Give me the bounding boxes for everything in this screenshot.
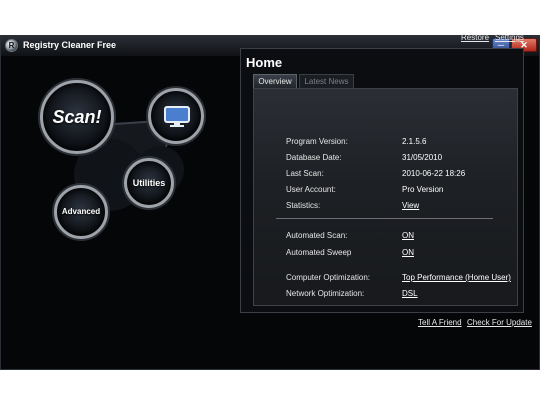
automated-scan-toggle[interactable]: ON — [402, 231, 414, 240]
section-divider — [276, 218, 493, 219]
scan-label: Scan! — [52, 107, 102, 127]
computer-optimization-link[interactable]: Top Performance (Home User) — [402, 273, 511, 282]
scan-button[interactable]: Scan! — [40, 80, 114, 154]
user-account-value: Pro Version — [402, 185, 444, 194]
computer-optimization-label: Computer Optimization: — [286, 273, 371, 282]
database-date-value: 31/05/2010 — [402, 153, 443, 162]
advanced-label: Advanced — [61, 207, 101, 216]
app-logo-icon: R — [5, 39, 18, 52]
orb-navigation: Scan! Utilities Advanced — [38, 80, 208, 240]
advanced-button[interactable]: Advanced — [54, 185, 108, 239]
last-scan-label: Last Scan: — [286, 169, 324, 178]
tab-overview[interactable]: Overview — [253, 74, 297, 88]
restore-link[interactable]: Restore — [461, 33, 489, 42]
network-optimization-link[interactable]: DSL — [402, 289, 418, 298]
settings-link[interactable]: Settings — [495, 33, 524, 42]
monitor-button[interactable] — [148, 88, 204, 144]
database-date-label: Database Date: — [286, 153, 342, 162]
home-title: Home — [246, 55, 283, 70]
automated-scan-label: Automated Scan: — [286, 231, 348, 240]
utilities-button[interactable]: Utilities — [124, 158, 174, 208]
tell-a-friend-link[interactable]: Tell A Friend — [418, 318, 462, 327]
network-optimization-label: Network Optimization: — [286, 289, 365, 298]
user-account-label: User Account: — [286, 185, 336, 194]
last-scan-value: 2010-06-22 18:26 — [402, 169, 466, 178]
window-title: Registry Cleaner Free — [23, 40, 117, 50]
program-version-label: Program Version: — [286, 137, 348, 146]
check-for-update-link[interactable]: Check For Update — [467, 318, 532, 327]
monitor-icon — [164, 106, 190, 127]
automated-sweep-label: Automated Sweep — [286, 248, 352, 257]
tab-latest-news[interactable]: Latest News — [299, 74, 354, 88]
statistics-view-link[interactable]: View — [402, 201, 419, 210]
utilities-label: Utilities — [132, 178, 166, 188]
automated-sweep-toggle[interactable]: ON — [402, 248, 414, 257]
statistics-label: Statistics: — [286, 201, 321, 210]
program-version-value: 2.1.5.6 — [402, 137, 427, 146]
